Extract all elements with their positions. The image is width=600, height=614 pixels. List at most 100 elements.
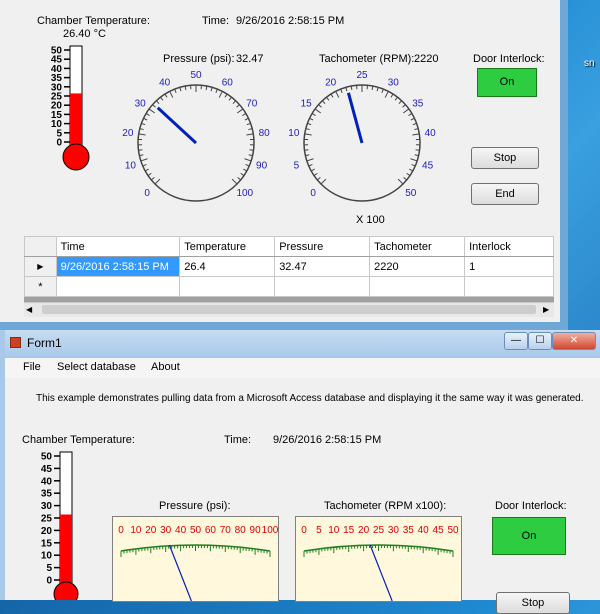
gauge-tick-label: 5 xyxy=(294,160,300,171)
title-bar[interactable]: Form1 — ☐ ✕ xyxy=(5,330,600,358)
tachometer-meter-scale: 05101520253035404550 xyxy=(296,517,461,601)
gauge-tick-label: 35 xyxy=(412,98,424,109)
gauge-tick-label: 10 xyxy=(288,128,300,139)
gauge-tick-label: 50 xyxy=(405,188,417,199)
tachometer-multiplier: X 100 xyxy=(356,214,385,226)
horizontal-scrollbar[interactable]: ◀ ▶ xyxy=(24,302,554,317)
table-cell[interactable] xyxy=(465,277,554,297)
meter-needle xyxy=(370,545,392,601)
gauge-tick-label: 0 xyxy=(310,188,316,199)
gauge-tick-label: 40 xyxy=(425,128,437,139)
gauge-tick-label: 0 xyxy=(144,188,150,199)
meter-tick-label: 10 xyxy=(130,525,142,536)
tachometer-value: 2220 xyxy=(414,53,438,65)
table-cell[interactable]: 26.4 xyxy=(180,257,275,277)
meter-tick-label: 90 xyxy=(250,525,262,536)
gauge-tick xyxy=(250,150,254,151)
gauge-tick-label: 40 xyxy=(159,78,171,89)
door-interlock-label: Door Interlock: xyxy=(495,500,567,512)
table-cell[interactable]: 32.47 xyxy=(275,257,370,277)
meter-tick-label: 35 xyxy=(403,525,415,536)
gauge-tick xyxy=(304,150,308,151)
tachometer-label: Tachometer (RPM): xyxy=(319,53,414,65)
table-cell[interactable]: 2220 xyxy=(370,257,465,277)
meter-tick-label: 20 xyxy=(145,525,157,536)
door-interlock-label: Door Interlock: xyxy=(473,53,545,65)
chamber-temperature-value: 26.40 °C xyxy=(63,28,106,40)
thermometer-tick-label: 15 xyxy=(41,538,53,549)
table-row-new[interactable]: * xyxy=(25,277,554,297)
table-cell[interactable] xyxy=(370,277,465,297)
door-interlock-indicator: On xyxy=(492,517,566,555)
scrollbar-thumb[interactable] xyxy=(42,305,536,314)
pressure-meter-scale: 0102030405060708090100 xyxy=(113,517,278,601)
thermometer-bulb xyxy=(54,582,78,600)
menu-file[interactable]: File xyxy=(23,361,41,373)
scroll-right-icon[interactable]: ▶ xyxy=(543,305,549,314)
meter-tick-label: 80 xyxy=(235,525,247,536)
time-value: 9/26/2016 2:58:15 PM xyxy=(236,15,344,27)
grid-corner xyxy=(25,237,57,257)
tachometer-label: Tachometer (RPM x100): xyxy=(324,500,446,512)
table-cell[interactable] xyxy=(180,277,275,297)
table-row[interactable]: ▶ 9/26/2016 2:58:15 PM 26.4 32.47 2220 1 xyxy=(25,257,554,277)
row-selector-icon[interactable]: ▶ xyxy=(25,257,57,277)
thermometer-tick-label: 20 xyxy=(41,526,53,537)
gauge-tick-label: 20 xyxy=(122,128,134,139)
gauge-tick-label: 70 xyxy=(246,98,258,109)
tachometer-gauge: 05101520253035404550 xyxy=(278,65,448,205)
thermometer: 50454035302520151050 xyxy=(20,448,90,600)
minimize-icon[interactable]: — xyxy=(504,332,528,350)
chamber-temperature-label: Chamber Temperature: xyxy=(22,434,135,446)
column-header-pressure[interactable]: Pressure xyxy=(275,237,370,257)
thermometer-fill xyxy=(60,515,72,586)
thermometer-tick-label: 10 xyxy=(41,551,53,562)
meter-tick-label: 40 xyxy=(418,525,430,536)
meter-tick-label: 5 xyxy=(316,525,322,536)
meter-tick-label: 50 xyxy=(447,525,459,536)
gauge-tick xyxy=(138,150,142,151)
maximize-icon[interactable]: ☐ xyxy=(528,332,552,350)
form-window-top: Chamber Temperature: 26.40 °C Time: 9/26… xyxy=(0,0,568,330)
scroll-left-icon[interactable]: ◀ xyxy=(26,305,32,314)
gauge-tick-label: 15 xyxy=(301,98,313,109)
pressure-label: Pressure (psi): xyxy=(163,53,235,65)
meter-tick-label: 25 xyxy=(373,525,385,536)
meter-tick-label: 60 xyxy=(205,525,217,536)
meter-tick-label: 50 xyxy=(190,525,202,536)
thermometer-fill xyxy=(70,93,82,148)
table-cell[interactable]: 1 xyxy=(465,257,554,277)
gauge-tick-label: 25 xyxy=(356,70,368,81)
gauge-tick-label: 90 xyxy=(256,160,268,171)
data-grid[interactable]: Time Temperature Pressure Tachometer Int… xyxy=(24,236,554,316)
meter-needle xyxy=(169,545,191,601)
app-icon xyxy=(10,337,21,348)
meter-tick-label: 40 xyxy=(175,525,187,536)
stop-button[interactable]: Stop xyxy=(496,592,570,614)
meter-tick-label: 30 xyxy=(160,525,172,536)
close-icon[interactable]: ✕ xyxy=(552,332,596,350)
table-cell[interactable] xyxy=(56,277,180,297)
pressure-label: Pressure (psi): xyxy=(159,500,231,512)
gauge-tick-label: 100 xyxy=(236,188,253,199)
table-cell[interactable]: 9/26/2016 2:58:15 PM xyxy=(56,257,180,277)
thermometer-tick-label: 0 xyxy=(46,576,52,587)
meter-tick-label: 30 xyxy=(388,525,400,536)
menu-about[interactable]: About xyxy=(151,361,180,373)
end-button[interactable]: End xyxy=(471,183,539,205)
meter-tick-label: 15 xyxy=(343,525,355,536)
stop-button[interactable]: Stop xyxy=(471,147,539,169)
gauge-tick-label: 30 xyxy=(388,78,400,89)
column-header-temperature[interactable]: Temperature xyxy=(180,237,275,257)
column-header-interlock[interactable]: Interlock xyxy=(465,237,554,257)
table-cell[interactable] xyxy=(275,277,370,297)
thermometer-tick-label: 40 xyxy=(41,476,53,487)
thermometer-tick-label: 25 xyxy=(41,514,53,525)
thermometer-bulb xyxy=(63,144,89,170)
desktop-icon-label[interactable]: sn xyxy=(584,58,595,69)
menu-select-database[interactable]: Select database xyxy=(57,361,136,373)
column-header-time[interactable]: Time xyxy=(56,237,180,257)
window-title: Form1 xyxy=(27,336,62,350)
column-header-tachometer[interactable]: Tachometer xyxy=(370,237,465,257)
meter-tick-label: 0 xyxy=(301,525,307,536)
